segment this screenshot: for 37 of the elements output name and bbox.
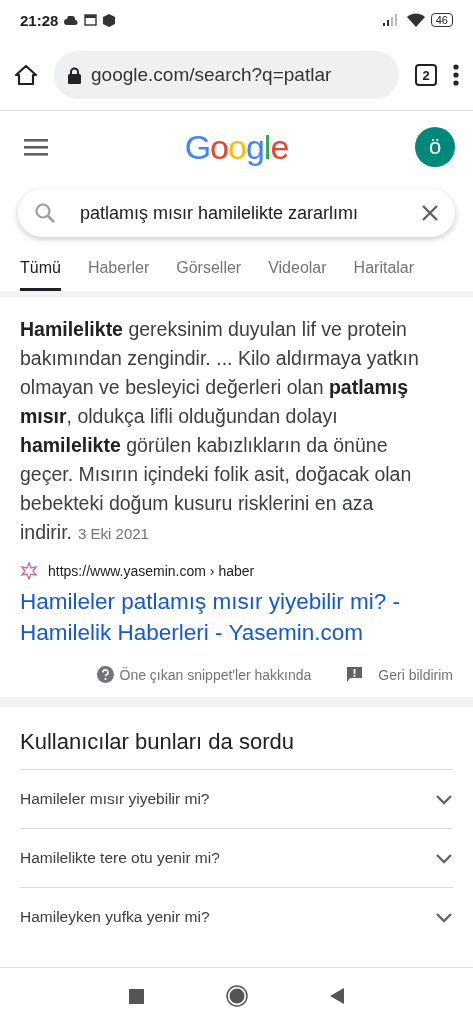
account-avatar[interactable]: ö xyxy=(415,127,455,167)
result-tab[interactable]: Haritalar xyxy=(353,249,415,291)
menu-icon[interactable] xyxy=(453,64,459,86)
calendar-icon xyxy=(84,14,98,26)
back-button[interactable] xyxy=(330,988,344,1004)
cube-icon xyxy=(103,13,116,27)
tab-switcher-button[interactable]: 2 xyxy=(415,64,437,86)
section-heading: Kullanıcılar bunları da sordu xyxy=(20,729,295,755)
home-button[interactable] xyxy=(226,985,248,1007)
search-field[interactable]: patlamış mısır hamilelikte zararlımı xyxy=(18,189,455,237)
result-title-link[interactable]: Hamileler patlamış mısır yiyebilir mi? - Hamilelik Haberleri - Yasemin.com xyxy=(20,586,453,648)
flower-icon xyxy=(20,562,38,580)
google-logo: Google xyxy=(184,127,289,166)
feedback-icon[interactable] xyxy=(347,667,363,682)
question-row[interactable]: Hamileler mısır yiyebilir mi? xyxy=(20,769,453,828)
search-icon xyxy=(34,202,56,224)
result-tab[interactable]: Görseller xyxy=(176,249,242,291)
cloud-icon xyxy=(64,15,79,25)
feedback-link[interactable]: Geri bildirim xyxy=(378,666,453,683)
help-icon[interactable] xyxy=(96,666,114,683)
question-row[interactable]: Hamileyken yufka yenir mi? xyxy=(20,887,453,946)
clock-time: 21:28 xyxy=(20,11,59,29)
menu-icon[interactable] xyxy=(24,138,48,156)
result-tab[interactable]: Videolar xyxy=(268,249,327,291)
about-snippets-link[interactable]: Öne çıkan snippet'ler hakkında xyxy=(119,666,312,683)
wifi-icon xyxy=(406,13,425,27)
home-icon[interactable] xyxy=(14,63,38,87)
close-icon[interactable] xyxy=(421,204,439,222)
battery-level: 46 xyxy=(430,13,453,27)
snippet-text: Hamilelikte gereksinim duyulan lif ve protein bakımından zengindir. ... Kilo aldırmaya yatkın olmayan ve besleyici değerleri olan patlamış mısır, oldukça lifli olduğundan dolayı hamilelikte görülen kabızlıkların da önüne geçer. Mısırın içindeki folik asit, doğacak olan bebekteki doğum kusuru risklerini en aza indirir. 3 Eki 2021 xyxy=(20,317,420,545)
address-bar[interactable]: google.com/search?q=patlar xyxy=(54,51,399,99)
result-tab[interactable]: Tümü xyxy=(20,249,61,291)
question-row[interactable]: Hamilelikte tere otu yenir mi? xyxy=(20,828,453,887)
lock-icon xyxy=(68,66,81,84)
recents-button[interactable] xyxy=(129,988,144,1004)
result-tab[interactable]: Haberler xyxy=(87,249,150,291)
source-url: https://www.yasemin.com › haber xyxy=(48,563,255,579)
